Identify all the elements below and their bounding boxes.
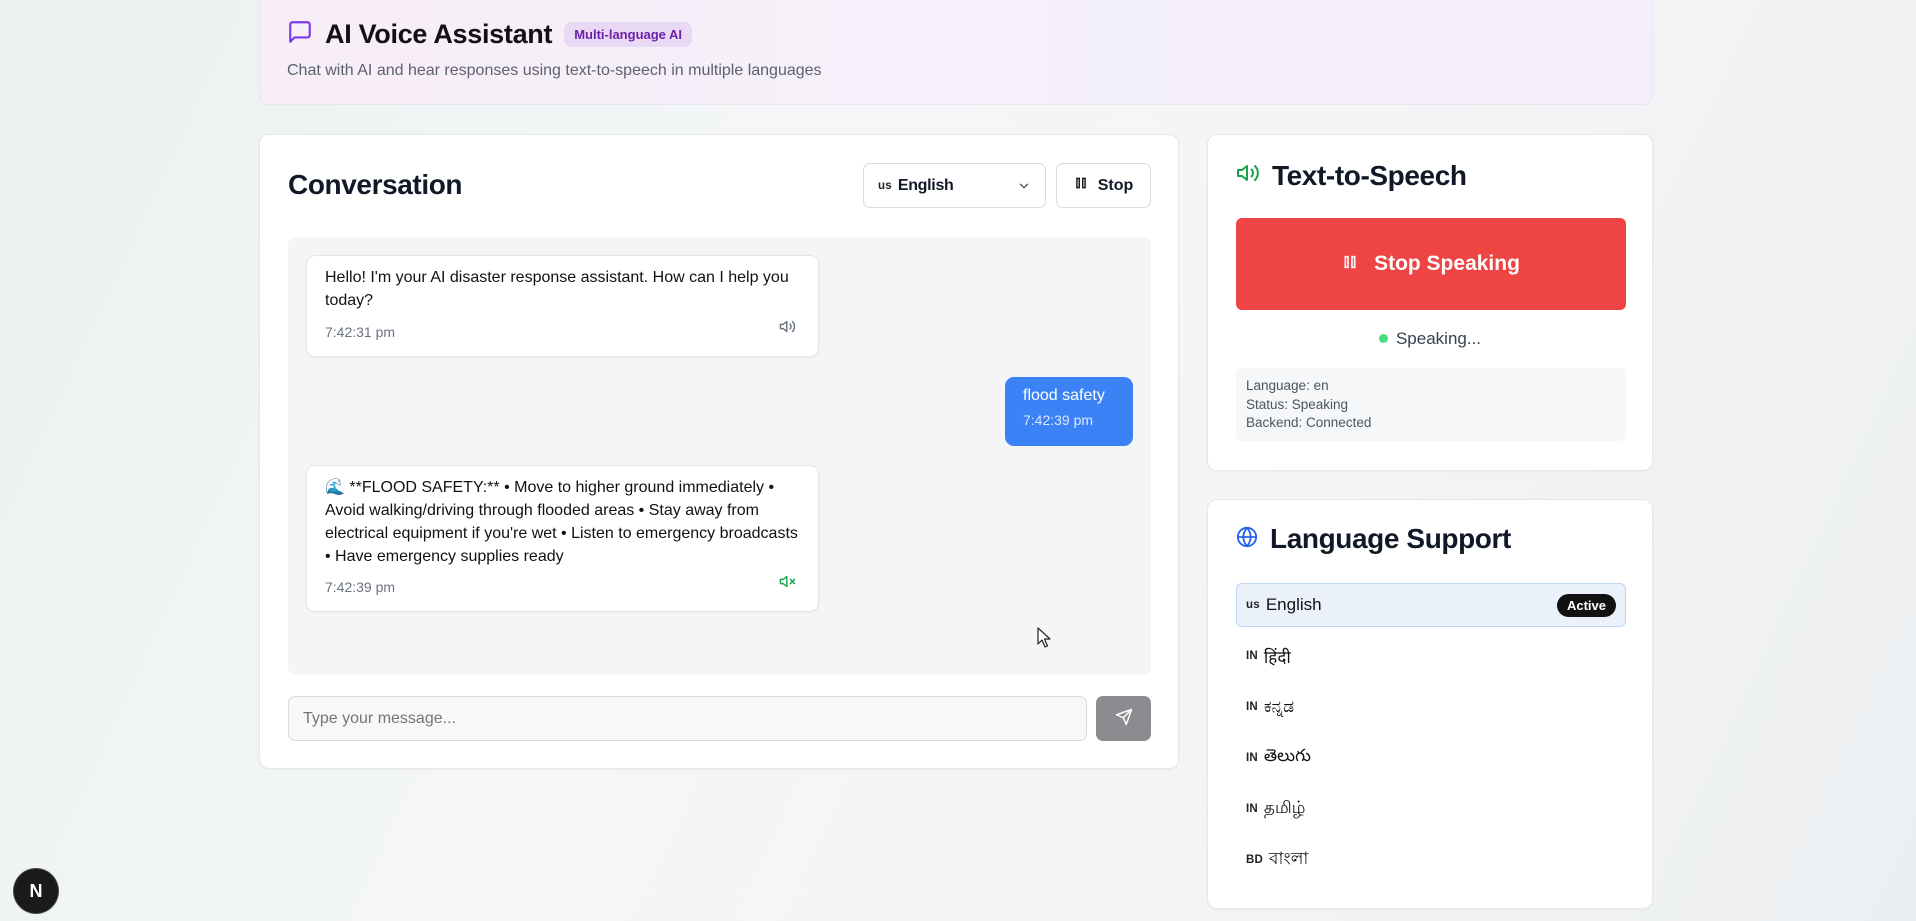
message-text: Hello! I'm your AI disaster response ass… — [325, 269, 789, 309]
conversation-title: Conversation — [288, 169, 463, 200]
language-item-tamil[interactable]: IN தமிழ் — [1236, 787, 1626, 831]
language-flag: IN — [1246, 701, 1258, 713]
language-name: తెలుగు — [1263, 746, 1311, 765]
language-select-value: English — [897, 176, 954, 194]
language-flag: IN — [1246, 803, 1258, 815]
language-item-kannada[interactable]: IN ಕನ್ನಡ — [1236, 685, 1626, 729]
tts-language: Language: en — [1246, 378, 1329, 393]
send-icon — [1115, 708, 1133, 729]
tts-card: Text-to-Speech Stop Speaking Speaking...… — [1207, 134, 1653, 471]
chat-bubble-icon — [287, 19, 313, 50]
language-select-flag: us — [878, 179, 892, 192]
status-dot — [1378, 334, 1388, 343]
speaker-mute-icon[interactable] — [779, 573, 796, 597]
chat-area[interactable]: Hello! I'm your AI disaster response ass… — [288, 237, 1151, 675]
language-item-english[interactable]: us English Active — [1236, 583, 1626, 627]
assistant-message: Hello! I'm your AI disaster response ass… — [306, 255, 819, 357]
assistant-message: 🌊 **FLOOD SAFETY:** • Move to higher gro… — [306, 465, 819, 612]
language-flag: BD — [1246, 854, 1264, 866]
speaking-text: Speaking... — [1395, 329, 1482, 348]
language-title-row: Language Support — [1236, 523, 1511, 555]
header-card: AI Voice Assistant Multi-language AI Cha… — [259, 0, 1653, 105]
language-name: English — [1265, 595, 1322, 614]
tts-title: Text-to-Speech — [1272, 160, 1467, 191]
page-subtitle: Chat with AI and hear responses using te… — [287, 62, 822, 79]
language-support-title: Language Support — [1270, 523, 1511, 554]
language-item-bengali[interactable]: BD বাংলা — [1236, 838, 1626, 882]
language-flag: IN — [1246, 650, 1258, 662]
user-message: flood safety 7:42:39 pm — [1005, 377, 1133, 446]
stop-speaking-label: Stop Speaking — [1374, 252, 1520, 275]
multi-language-badge: Multi-language AI — [564, 22, 693, 47]
active-badge: Active — [1556, 594, 1616, 617]
pause-icon — [1074, 176, 1088, 195]
send-button[interactable] — [1096, 696, 1151, 741]
tts-info-box: Language: en Status: Speaking Backend: C… — [1236, 368, 1626, 441]
volume-icon — [1236, 160, 1260, 192]
chevron-down-icon — [1017, 179, 1031, 198]
tts-status: Status: Speaking — [1246, 396, 1349, 412]
message-time: 7:42:39 pm — [325, 579, 396, 595]
stop-speaking-button[interactable]: Stop Speaking — [1236, 218, 1626, 310]
page-title: AI Voice Assistant — [325, 19, 553, 49]
message-time: 7:42:31 pm — [325, 324, 396, 340]
speaker-icon[interactable] — [779, 318, 796, 342]
language-name: தமிழ் — [1263, 798, 1306, 817]
tts-backend: Backend: Connected — [1246, 415, 1372, 430]
tts-title-row: Text-to-Speech — [1236, 160, 1467, 192]
message-input[interactable] — [288, 696, 1087, 741]
language-name: ಕನ್ನಡ — [1263, 697, 1295, 716]
message-text: flood safety — [1023, 387, 1105, 404]
language-flag: us — [1246, 599, 1260, 611]
language-support-card: Language Support us English Active IN हि… — [1207, 499, 1653, 909]
language-item-telugu[interactable]: IN తెలుగు — [1236, 736, 1626, 780]
language-name: বাংলা — [1269, 849, 1309, 868]
speaking-status: Speaking... — [1208, 329, 1652, 349]
stop-button[interactable]: Stop — [1056, 163, 1151, 208]
language-flag: IN — [1246, 752, 1258, 764]
stop-label: Stop — [1097, 176, 1134, 194]
message-time: 7:42:39 pm — [1023, 412, 1094, 428]
pause-icon — [1342, 252, 1358, 276]
language-item-hindi[interactable]: IN हिंदी — [1236, 634, 1626, 678]
language-name: हिंदी — [1263, 647, 1291, 667]
language-select[interactable]: us English — [863, 163, 1046, 208]
mouse-cursor-icon — [1037, 627, 1053, 654]
globe-icon — [1236, 523, 1258, 555]
conversation-card: Conversation us English Stop Hello! I'm … — [259, 134, 1179, 769]
nextjs-dev-logo[interactable]: N — [14, 869, 58, 913]
header-row: AI Voice Assistant Multi-language AI — [287, 19, 1625, 50]
page: AI Voice Assistant Multi-language AI Cha… — [0, 0, 1916, 921]
message-text: 🌊 **FLOOD SAFETY:** • Move to higher gro… — [325, 479, 798, 565]
language-list: us English Active IN हिंदी IN ಕನ್ನಡ IN త… — [1236, 583, 1626, 889]
